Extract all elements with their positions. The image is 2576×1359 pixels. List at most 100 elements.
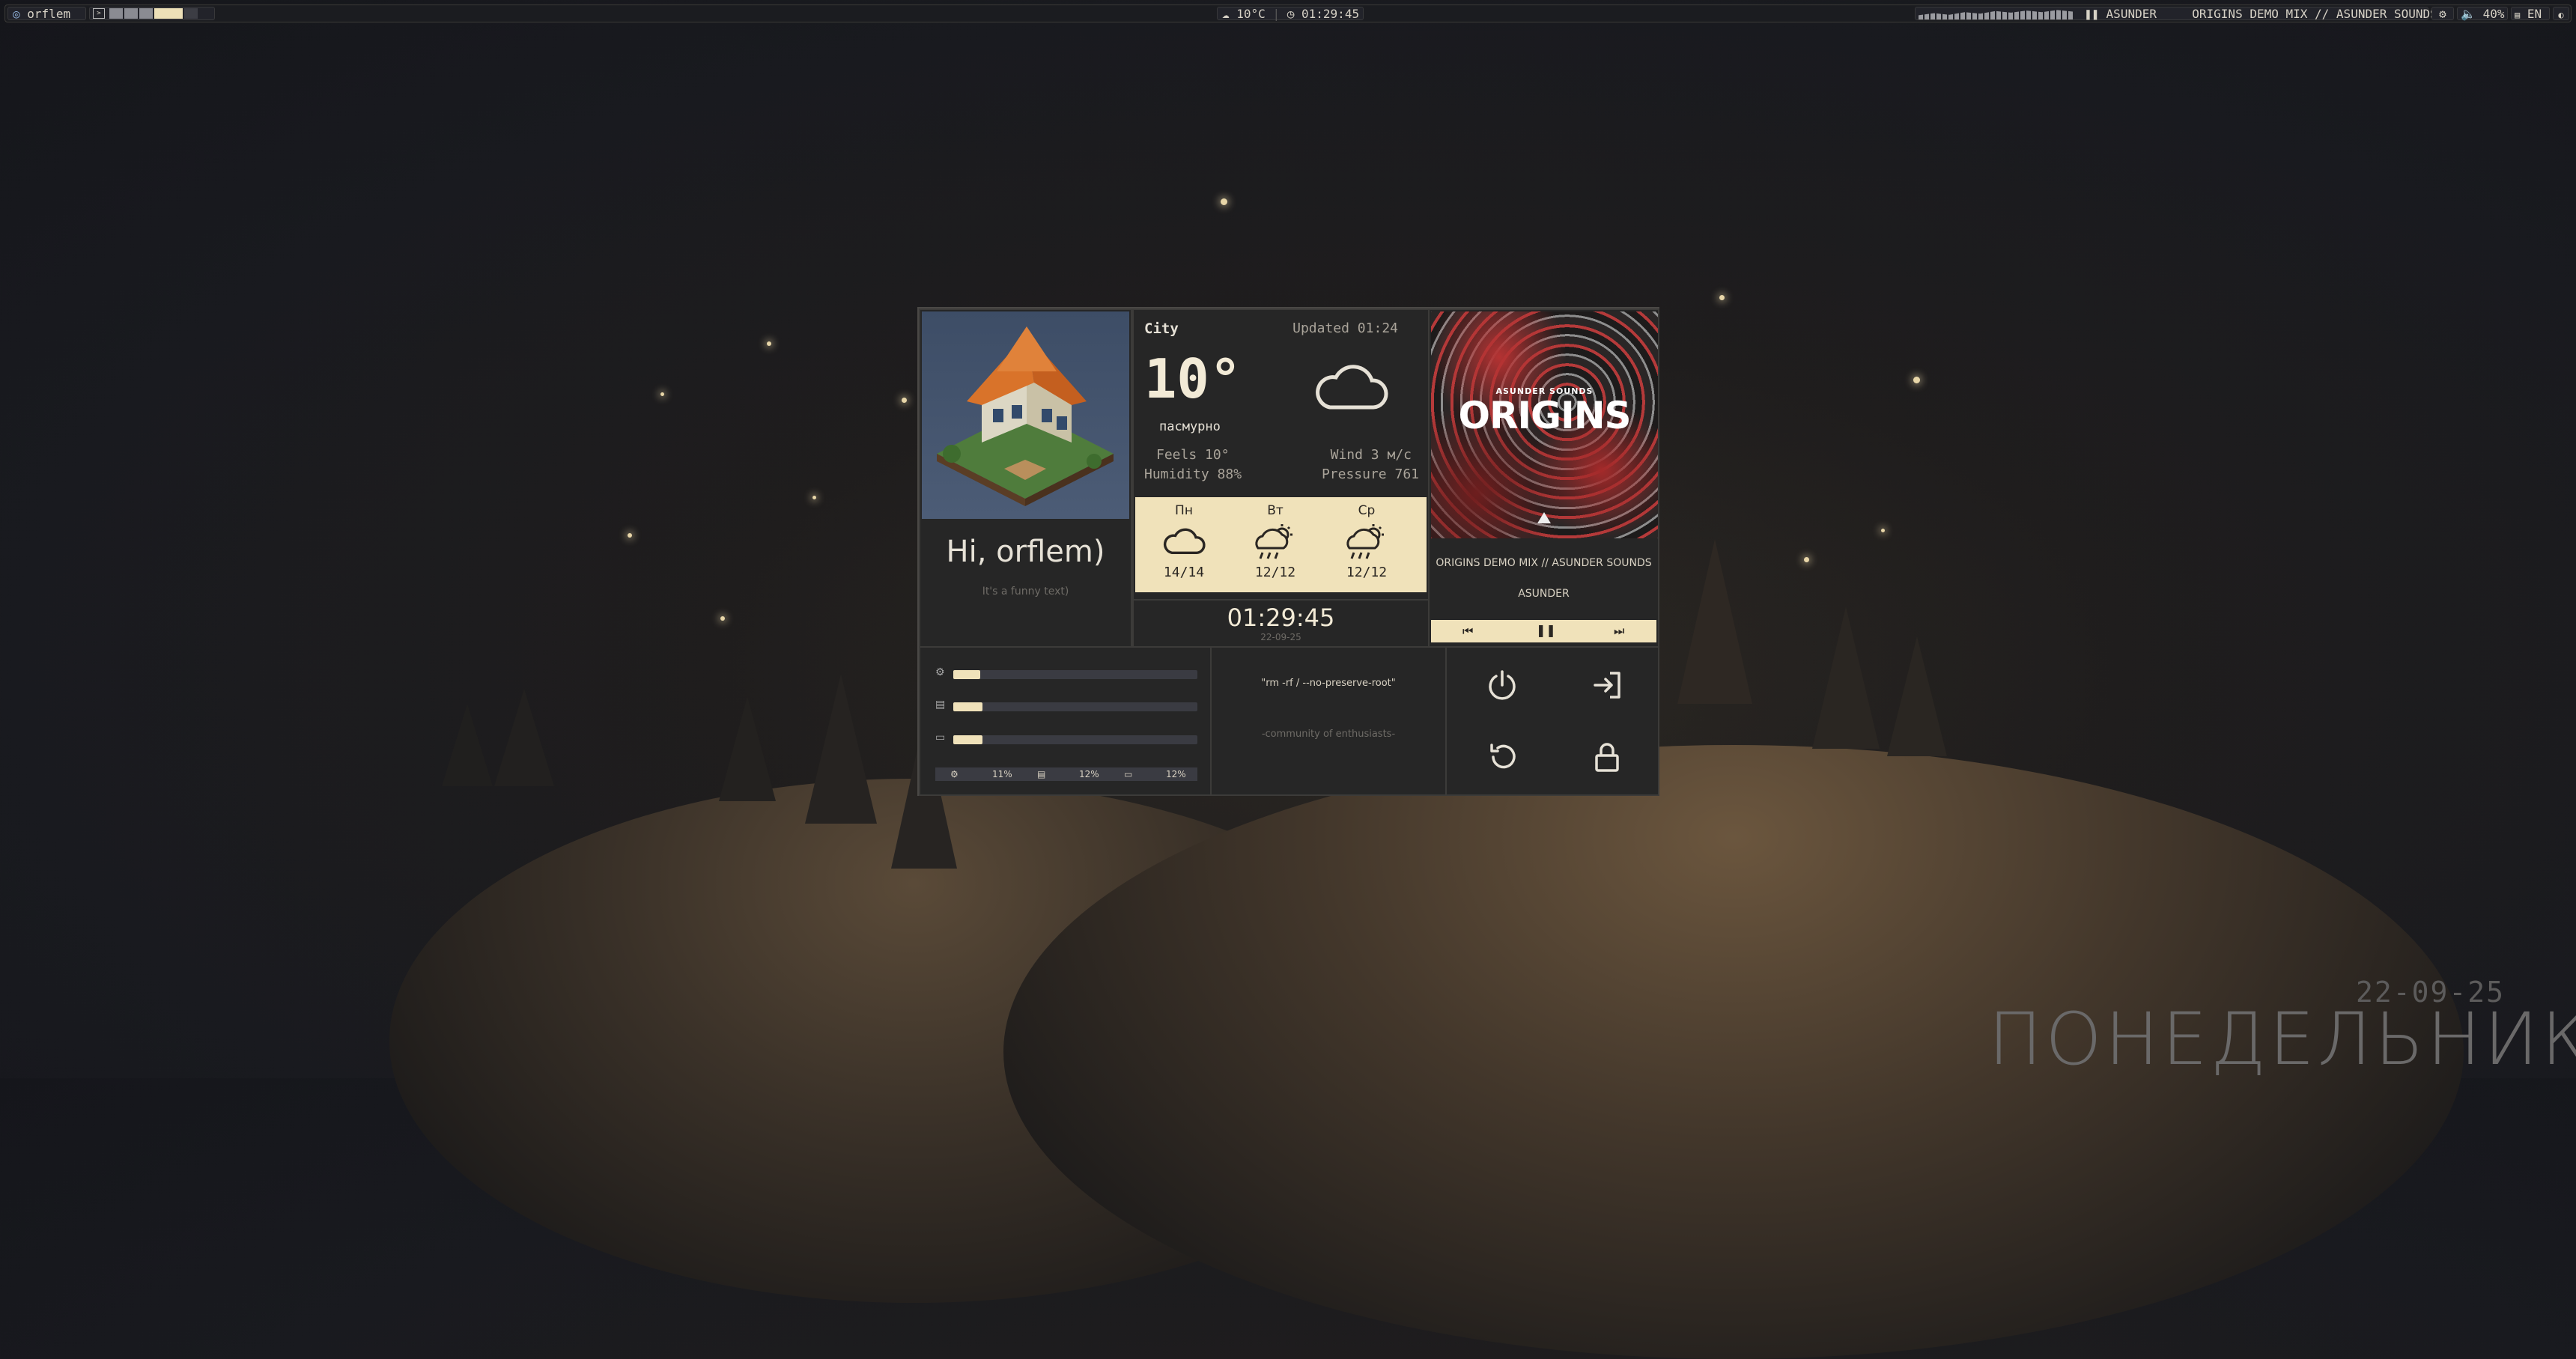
cpu-icon: ⚙	[950, 769, 959, 779]
forecast-temps: 14/14	[1163, 565, 1205, 580]
reboot-icon	[1490, 744, 1516, 769]
star	[767, 341, 771, 346]
dashboard: Hi, orflem) It's a funny text) City Upda…	[917, 307, 1659, 796]
language-block[interactable]: ▤ EN	[2511, 7, 2550, 21]
clock-panel: 01:29:45 22-09-25	[1132, 599, 1430, 648]
forecast-day-label: Ср	[1358, 503, 1376, 518]
ram-icon: ▤	[935, 699, 946, 711]
track-artist: ASUNDER	[1518, 588, 1570, 600]
feels-label: Feels 10°	[1156, 447, 1230, 463]
star	[902, 398, 907, 403]
star	[1221, 198, 1227, 205]
workspace-3[interactable]	[139, 8, 153, 19]
track-title: ORIGINS DEMO MIX // ASUNDER SOUNDS	[1436, 557, 1652, 569]
forecast-temps: 12/12	[1254, 565, 1296, 580]
previous-icon[interactable]: ⏮	[1462, 624, 1473, 639]
quote-caption: -community of enthusiasts-	[1261, 729, 1396, 740]
star	[1804, 557, 1809, 562]
star	[660, 392, 664, 396]
triangle-logo	[1537, 512, 1551, 523]
arch-icon: ◎	[13, 7, 20, 21]
clock-icon: ◷	[1287, 7, 1295, 21]
power-panel	[1445, 646, 1659, 796]
volume-block[interactable]: 🔈 40%	[2457, 7, 2508, 21]
workspace-1[interactable]	[109, 8, 123, 19]
media-title: ORIGINS DEMO MIX // ASUNDER SOUNDS	[2192, 7, 2437, 21]
disk-percent: 12%	[1166, 769, 1186, 779]
shutdown-button[interactable]	[1480, 663, 1525, 708]
wind-label: Wind 3 м/с	[1330, 447, 1412, 463]
lock-icon	[1595, 743, 1619, 772]
desktop-day: ПОНЕДЕЛЬНИК	[1988, 997, 2576, 1081]
keyboard-icon: ▤	[2515, 10, 2521, 20]
toggle-icon[interactable]: ◐	[2558, 10, 2563, 20]
ram-row: ▤	[935, 699, 1197, 712]
album-title: ORIGINS	[1458, 394, 1631, 437]
profile-panel: Hi, orflem) It's a funny text)	[919, 308, 1132, 648]
forecast-day-label: Пн	[1175, 503, 1193, 518]
quote-panel: "rm -rf / --no-preserve-root" -community…	[1210, 646, 1447, 796]
username-label: orflem	[27, 7, 71, 21]
album-art: ASUNDER SOUNDS ORIGINS	[1431, 311, 1658, 538]
ram-track	[953, 702, 1197, 711]
cpu-percent: 11%	[992, 769, 1012, 779]
ram-fill	[953, 702, 983, 711]
next-icon[interactable]: ⏭	[1614, 624, 1624, 639]
sun-rain-icon	[1255, 524, 1292, 559]
player-controls: ⏮ ❚❚ ⏭	[1431, 620, 1656, 642]
pause-icon[interactable]: ❚❚	[2085, 7, 2099, 21]
workspaces: >	[89, 7, 215, 20]
audio-visualizer	[1919, 10, 2073, 19]
forecast-day: Ср 12/12	[1325, 497, 1408, 580]
workspace-4[interactable]	[154, 8, 183, 19]
forecast-day: Вт 12/12	[1234, 497, 1316, 580]
cpu-track	[953, 670, 1197, 679]
clock-time: 01:29:45	[1227, 604, 1335, 632]
sun-rain-icon	[1346, 524, 1384, 559]
volume-icon: 🔈	[2461, 7, 2476, 21]
weather-temp: 10°C	[1236, 7, 1266, 21]
disk-fill	[953, 735, 983, 744]
disk-track	[953, 735, 1197, 744]
cloud-icon	[1163, 528, 1206, 554]
clock-date: 22-09-25	[1260, 632, 1301, 642]
stats-panel: ⚙ ▤ ▭ ⚙ 11% ▤ 12% ▭ 12%	[919, 646, 1212, 796]
volume-level: 40%	[2482, 7, 2505, 21]
media-block[interactable]: ❚❚ ASUNDER ORIGINS DEMO MIX // ASUNDER S…	[1915, 7, 2437, 21]
reboot-button[interactable]	[1480, 735, 1525, 779]
greeting: Hi, orflem)	[946, 535, 1105, 569]
current-temp: 10°	[1144, 347, 1242, 410]
tree	[1812, 606, 1880, 749]
center-status: ☁ 10°C | ◷ 01:29:45	[1217, 7, 1364, 21]
workspace-2[interactable]	[124, 8, 138, 19]
workspace-5[interactable]	[184, 8, 198, 19]
tree	[494, 689, 554, 786]
forecast-temps: 12/12	[1346, 565, 1388, 580]
cloud-icon: ☁	[1222, 7, 1230, 21]
star	[1881, 529, 1885, 532]
pressure-label: Pressure 761	[1321, 466, 1419, 482]
user-block[interactable]: ◎ orflem	[7, 7, 86, 21]
stats-summary: ⚙ 11% ▤ 12% ▭ 12%	[935, 767, 1197, 781]
star	[1719, 295, 1725, 300]
pause-icon[interactable]: ❚❚	[1536, 623, 1556, 637]
weather-panel: City Updated 01:24 10° пасмурно Feels 10…	[1132, 308, 1430, 601]
cpu-fill	[953, 670, 980, 679]
top-bar: ◎ orflem > ☁ 10°C | ◷ 01:29:45 ❚❚ ASUNDE…	[4, 4, 2572, 22]
media-artist: ASUNDER	[2106, 7, 2157, 21]
settings-icon[interactable]: ⚙	[2439, 7, 2446, 21]
forecast-day: Пн 14/14	[1143, 497, 1225, 580]
settings-block[interactable]: ⚙	[2431, 7, 2454, 21]
toggle-block[interactable]: ◐	[2553, 7, 2569, 20]
topbar-clock: 01:29:45	[1301, 7, 1360, 21]
logout-icon	[1594, 672, 1620, 699]
logout-button[interactable]	[1585, 663, 1629, 708]
power-icon	[1489, 670, 1516, 700]
lock-button[interactable]	[1585, 735, 1629, 779]
forecast-day-label: Вт	[1267, 503, 1284, 518]
terminal-icon[interactable]: >	[93, 8, 105, 19]
quote-command: "rm -rf / --no-preserve-root"	[1261, 678, 1396, 689]
disk-row: ▭	[935, 732, 1197, 745]
music-panel: ASUNDER SOUNDS ORIGINS ORIGINS DEMO MIX …	[1428, 308, 1659, 648]
tree	[1887, 636, 1947, 756]
